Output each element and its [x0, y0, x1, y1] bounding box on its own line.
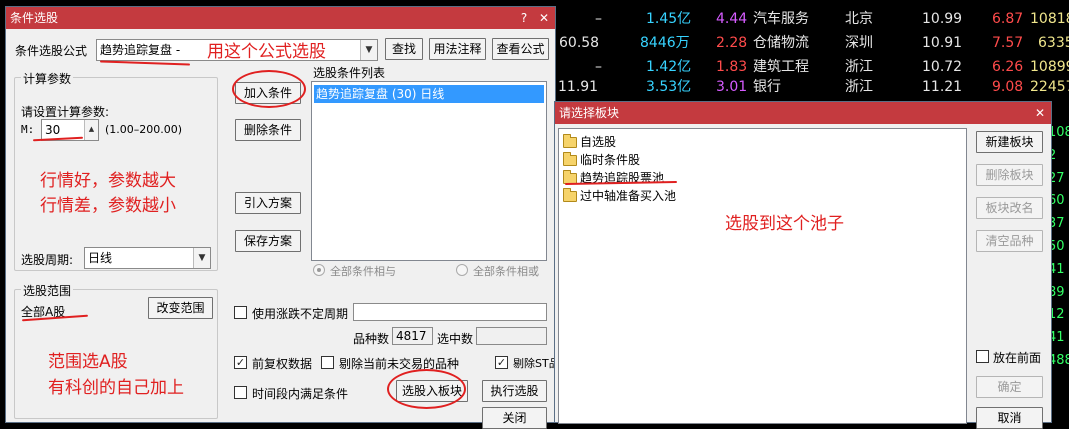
close-button[interactable]: ✕ — [535, 7, 553, 29]
cell-industry: 仓储物流 — [753, 35, 809, 51]
count-field: 4817 — [392, 327, 433, 345]
dialog-title: 条件选股 — [10, 11, 59, 25]
execute-select-button[interactable]: 执行选股 — [482, 380, 547, 402]
rename-block-button[interactable]: 板块改名 — [976, 197, 1043, 219]
adjusted-label: 前复权数据 — [252, 357, 313, 371]
save-plan-button[interactable]: 保存方案 — [235, 230, 301, 252]
cell: 7.57 — [992, 35, 1024, 51]
count-label: 品种数 — [353, 332, 390, 346]
annotation-use-formula: 用这个公式选股 — [207, 42, 326, 62]
checkbox-exclude-st[interactable]: ✓ — [495, 356, 508, 369]
cell: 60.58 — [559, 35, 600, 51]
var-period-field[interactable] — [353, 303, 547, 321]
cell-region: 浙江 — [845, 79, 873, 95]
annotation-param-note-2: 行情差，参数越小 — [40, 196, 176, 216]
cell: 4.44 — [716, 11, 748, 27]
block-item[interactable]: 临时条件股 — [580, 151, 640, 168]
checkbox-var-period[interactable] — [234, 306, 247, 319]
cancel-button[interactable]: 取消 — [976, 407, 1043, 429]
cell: 11.21 — [922, 79, 963, 95]
annotation-range-note-2: 有科创的自己加上 — [48, 378, 184, 398]
folder-icon — [563, 188, 577, 202]
block-select-dialog: 请选择板块 ✕ 自选股 临时条件股 趋势追踪股票池 过中轴准备买入池 新建板块 … — [554, 101, 1052, 429]
calc-prompt: 请设置计算参数: — [21, 105, 110, 119]
cell-region: 深圳 — [845, 35, 873, 51]
cell: 11.91 — [558, 79, 599, 95]
put-front-label: 放在前面 — [993, 351, 1042, 365]
ok-button[interactable]: 确定 — [976, 376, 1043, 398]
radio-and[interactable] — [313, 264, 325, 276]
highlight-circle — [387, 369, 466, 409]
annotation-pool-note: 选股到这个池子 — [725, 214, 844, 234]
annotation-param-note-1: 行情好，参数越大 — [40, 171, 176, 191]
cell: 6335 — [1038, 35, 1069, 51]
view-formula-button[interactable]: 查看公式 — [492, 38, 549, 60]
radio-or-label: 全部条件相或 — [473, 265, 539, 278]
cell: 2.28 — [716, 35, 748, 51]
checkbox-exclude-untraded[interactable] — [321, 356, 334, 369]
help-button[interactable]: ? — [515, 7, 533, 29]
highlight-circle — [232, 70, 306, 108]
selected-count-field — [476, 327, 547, 345]
select-range-title: 选股范围 — [21, 282, 74, 299]
var-period-label: 使用涨跌不定周期 — [252, 307, 349, 321]
period-label: 选股周期: — [21, 253, 74, 267]
spin-stepper[interactable]: ▲▼ — [84, 120, 98, 140]
selected-count-label: 选中数 — [437, 332, 474, 346]
radio-or[interactable] — [456, 264, 468, 276]
list-item[interactable]: 趋势追踪复盘 (30) 日线 — [314, 85, 544, 103]
annotation-range-note-1: 范围选A股 — [48, 352, 128, 372]
close-button[interactable]: ✕ — [1031, 102, 1049, 124]
delete-condition-button[interactable]: 删除条件 — [235, 119, 301, 141]
count-value: 4817 — [396, 329, 427, 343]
delete-block-button[interactable]: 删除板块 — [976, 164, 1043, 186]
change-range-button[interactable]: 改变范围 — [148, 297, 213, 319]
block-dialog-title: 请选择板块 — [559, 106, 620, 120]
checkbox-adjusted[interactable]: ✓ — [234, 356, 247, 369]
checkbox-time-range[interactable] — [234, 386, 247, 399]
formula-label: 条件选股公式 — [15, 44, 88, 58]
usage-notes-button[interactable]: 用法注释 — [429, 38, 486, 60]
time-range-label: 时间段内满足条件 — [252, 387, 349, 401]
cell: 22457 — [1030, 79, 1069, 95]
param-m-range: (1.00–200.00) — [105, 123, 183, 136]
close-dialog-button[interactable]: 关闭 — [482, 407, 547, 429]
param-m-value: 30 — [45, 123, 61, 137]
calc-params-title: 计算参数 — [21, 70, 74, 87]
block-dialog-titlebar: 请选择板块 ✕ — [555, 102, 1051, 124]
chevron-down-icon[interactable]: ▼ — [360, 40, 377, 60]
cell: 10818 — [1030, 11, 1069, 27]
period-select-value: 日线 — [88, 251, 113, 265]
radio-and-label: 全部条件相与 — [330, 265, 396, 278]
param-m-label: M: — [21, 123, 35, 136]
block-tree[interactable]: 自选股 临时条件股 趋势追踪股票池 过中轴准备买入池 — [558, 128, 967, 424]
folder-icon — [563, 134, 577, 148]
condition-list[interactable]: 趋势追踪复盘 (30) 日线 — [311, 81, 547, 261]
cell-industry: 银行 — [753, 79, 781, 95]
cell: 6.87 — [992, 11, 1024, 27]
cell: 3.01 — [716, 79, 748, 95]
block-item[interactable]: 过中轴准备买入池 — [580, 187, 676, 204]
cell-amount: 1.45亿 — [646, 11, 692, 27]
dialog-titlebar: 条件选股 ? ✕ — [6, 7, 555, 29]
checkbox-put-front[interactable] — [976, 350, 989, 363]
cell-amount: 8446万 — [640, 35, 690, 51]
cell-amount: 3.53亿 — [646, 79, 692, 95]
period-select[interactable]: 日线 ▼ — [84, 247, 211, 269]
cell-industry: 汽车服务 — [753, 11, 809, 27]
clear-items-button[interactable]: 清空品种 — [976, 230, 1043, 252]
folder-icon — [563, 152, 577, 166]
import-plan-button[interactable]: 引入方案 — [235, 192, 301, 214]
new-block-button[interactable]: 新建板块 — [976, 131, 1043, 153]
cell: 10.91 — [922, 35, 963, 51]
formula-select-value: 趋势追踪复盘 - — [100, 43, 181, 57]
find-button[interactable]: 查找 — [385, 38, 423, 60]
cell: – — [595, 11, 602, 27]
cell: 9.08 — [992, 79, 1024, 95]
cell-region: 北京 — [845, 11, 873, 27]
cell: 10.99 — [922, 11, 963, 27]
chevron-down-icon[interactable]: ▼ — [193, 248, 210, 268]
condition-list-title: 选股条件列表 — [313, 66, 386, 80]
block-item[interactable]: 自选股 — [580, 133, 616, 150]
